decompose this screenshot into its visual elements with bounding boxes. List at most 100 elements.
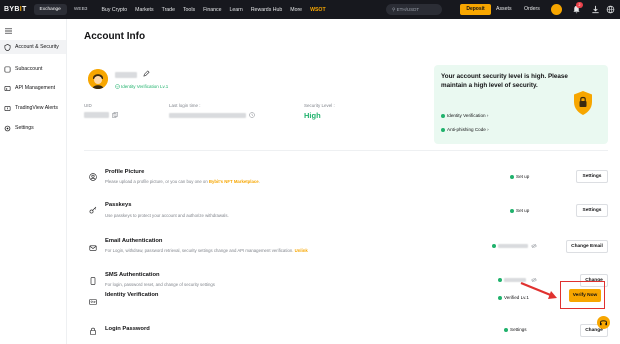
sidebar-item-label: Subaccount: [15, 66, 43, 72]
nav-learn[interactable]: Learn: [230, 7, 243, 13]
bybit-logo[interactable]: BYBIT: [4, 6, 27, 13]
email-authentication-desc: For Login, withdraw, password retrieval,…: [105, 248, 308, 253]
edit-icon[interactable]: [143, 70, 150, 77]
anti-phishing-link[interactable]: Anti-phishing Code ›: [441, 127, 489, 132]
status-dot-icon: [441, 127, 445, 132]
download-icon[interactable]: [591, 5, 600, 14]
passkeys-settings-button[interactable]: Settings: [576, 204, 608, 217]
tab-web3[interactable]: WEB3: [70, 4, 92, 15]
verification-tag: Identity Verification Lv.1: [115, 84, 168, 89]
lock-icon: [89, 327, 97, 335]
status-badge: Set up: [510, 208, 529, 213]
deposit-button[interactable]: Deposit: [460, 4, 491, 15]
search-input[interactable]: ⚲ ETH/USDT: [386, 4, 442, 15]
gear-icon: [4, 125, 11, 131]
nav-rewards-hub[interactable]: Rewards Hub: [251, 7, 282, 13]
main-content: Account Info Identity Verification Lv.1 …: [67, 19, 620, 344]
id-card-icon: [89, 299, 97, 305]
passkeys-title: Passkeys: [105, 202, 132, 208]
sidebar-item-label: TradingView Alerts: [15, 105, 58, 111]
eye-off-icon[interactable]: [531, 243, 537, 249]
last-login-value-masked: [169, 113, 246, 118]
page-title: Account Info: [84, 31, 146, 42]
clock-icon[interactable]: [249, 112, 255, 118]
nav-wsot[interactable]: WSOT: [310, 7, 326, 13]
profile-picture-title: Profile Picture: [105, 169, 145, 175]
support-chat-button[interactable]: [597, 316, 610, 329]
status-dot-icon: [510, 174, 514, 179]
sidebar-item-account-security[interactable]: Account & Security: [0, 40, 66, 54]
menu-collapse-icon[interactable]: [5, 28, 12, 34]
assets-menu[interactable]: Assets: [496, 0, 512, 19]
security-level-label: Security Level :: [304, 103, 335, 108]
login-password-row: Login Password Settings Change: [84, 322, 608, 342]
section-divider: [84, 150, 608, 151]
annotation-highlight-box: [560, 281, 605, 309]
avatar-image: [88, 69, 108, 89]
globe-icon[interactable]: [606, 5, 615, 14]
sidebar-item-settings[interactable]: Settings: [0, 121, 66, 135]
nav-trade[interactable]: Trade: [162, 7, 175, 13]
passkeys-desc: Use passkeys to protect your account and…: [105, 213, 229, 218]
security-level-value: High: [304, 111, 321, 120]
uid-value-masked: [84, 112, 109, 118]
orders-menu[interactable]: Orders: [524, 0, 540, 19]
nav-finance[interactable]: Finance: [203, 7, 221, 13]
user-icon: [89, 173, 97, 181]
tab-exchange[interactable]: Exchange: [33, 4, 67, 15]
username-masked: [115, 72, 137, 78]
nav-tools[interactable]: Tools: [183, 7, 195, 13]
sidebar-item-label: API Management: [15, 85, 56, 91]
sidebar-item-label: Settings: [15, 125, 34, 131]
sidebar-item-label: Account & Security: [15, 44, 59, 50]
status-badge: Settings: [504, 327, 527, 332]
nav-buy-crypto[interactable]: Buy Crypto: [101, 7, 127, 13]
avatar[interactable]: [551, 4, 562, 15]
status-dot-icon: [492, 244, 496, 248]
sms-authentication-desc: For login, password reset, and change of…: [105, 282, 215, 287]
key-icon: [89, 206, 97, 214]
identity-verification-title: Identity Verification: [105, 292, 159, 298]
sidebar: Account & Security Subaccount API Manage…: [0, 19, 67, 344]
anti-phishing-link-label: Anti-phishing Code ›: [447, 127, 489, 132]
change-email-button[interactable]: Change Email: [566, 240, 608, 253]
sidebar-item-subaccount[interactable]: Subaccount: [0, 62, 66, 76]
copy-icon[interactable]: [112, 112, 118, 118]
identity-verification-link[interactable]: Identity Verification ›: [441, 113, 488, 118]
phone-icon: [90, 277, 96, 285]
search-placeholder: ETH/USDT: [396, 7, 420, 12]
main-nav: Buy Crypto Markets Trade Tools Finance L…: [101, 7, 325, 13]
status-dot-icon: [510, 208, 514, 213]
login-password-title: Login Password: [105, 326, 150, 332]
last-login-label: Last login time :: [169, 103, 201, 108]
mail-icon: [89, 245, 97, 251]
uid-label: UID: [84, 103, 92, 108]
notification-badge: 2: [576, 2, 583, 8]
search-icon: ⚲: [392, 7, 396, 12]
api-icon: [4, 85, 11, 91]
profile-avatar[interactable]: [88, 69, 108, 89]
security-level-card: Your account security level is high. Ple…: [434, 65, 608, 144]
annotation-arrow-icon: [520, 281, 557, 299]
passkeys-row: Passkeys Use passkeys to protect your ac…: [84, 181, 608, 218]
verification-tag-label: Identity Verification Lv.1: [121, 84, 169, 89]
sms-authentication-title: SMS Authentication: [105, 272, 160, 278]
nav-more[interactable]: More: [290, 7, 302, 13]
email-masked: [498, 244, 528, 248]
email-authentication-title: Email Authentication: [105, 238, 163, 244]
status-dot-icon: [504, 327, 508, 332]
alert-icon: [4, 105, 11, 111]
status-dot-icon: [441, 113, 445, 118]
sidebar-item-tradingview-alerts[interactable]: TradingView Alerts: [0, 101, 66, 115]
shield-lock-icon: [574, 91, 592, 115]
headset-icon: [600, 320, 607, 326]
status-dot-icon: [498, 278, 502, 282]
security-card-title: Your account security level is high. Ple…: [441, 73, 568, 89]
shield-icon: [4, 43, 11, 51]
sidebar-item-api-management[interactable]: API Management: [0, 81, 66, 95]
nav-markets[interactable]: Markets: [135, 7, 153, 13]
status-badge: Set up: [510, 174, 529, 179]
check-circle-icon: [115, 84, 120, 89]
subaccount-icon: [4, 66, 11, 72]
unlink-email-link[interactable]: Unlink: [295, 248, 308, 253]
